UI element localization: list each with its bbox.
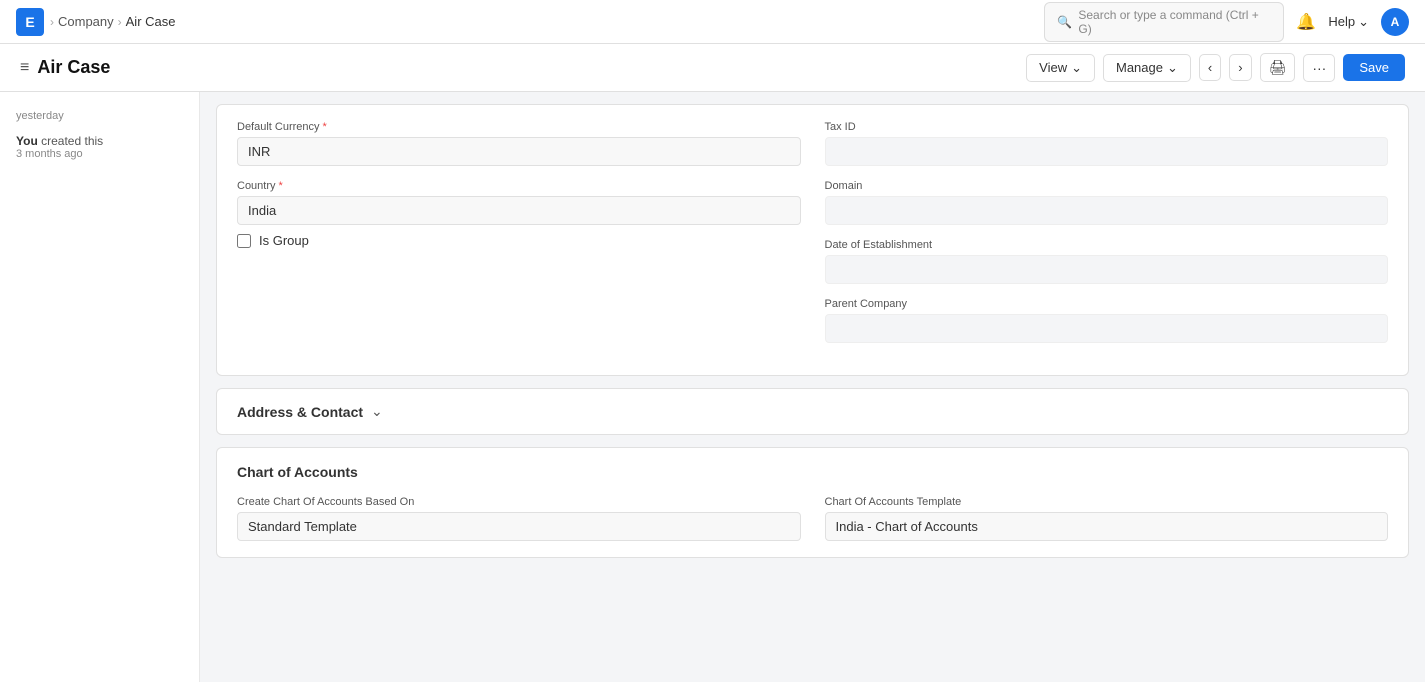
- sidebar-created-entry: You created this 3 months ago: [0, 128, 199, 166]
- create-chart-label: Create Chart Of Accounts Based On: [237, 496, 801, 508]
- address-contact-section[interactable]: Address & Contact ⌄: [216, 388, 1409, 435]
- view-chevron-icon: ⌄: [1071, 60, 1082, 76]
- sidebar-timestamp: yesterday: [16, 110, 183, 122]
- search-placeholder: Search or type a command (Ctrl + G): [1078, 8, 1271, 36]
- page-title-area: ≡ Air Case: [20, 57, 110, 78]
- tax-id-label: Tax ID: [825, 121, 1389, 133]
- create-chart-input[interactable]: [237, 512, 801, 541]
- nav-next-button[interactable]: ›: [1229, 54, 1251, 81]
- required-star-country: *: [279, 180, 283, 192]
- sidebar-months-ago: 3 months ago: [16, 148, 183, 160]
- address-contact-title: Address & Contact: [237, 404, 363, 420]
- address-contact-chevron-icon: ⌄: [371, 403, 383, 420]
- sidebar-created-rest: created this: [41, 134, 103, 148]
- tax-id-input[interactable]: [825, 137, 1389, 166]
- chart-create-col: Create Chart Of Accounts Based On: [237, 496, 801, 541]
- is-group-label[interactable]: Is Group: [259, 233, 309, 248]
- chart-template-label: Chart Of Accounts Template: [825, 496, 1389, 508]
- date-of-establishment-input[interactable]: [825, 255, 1389, 284]
- nav-left: E › Company › Air Case: [16, 8, 176, 36]
- chart-form-row: Create Chart Of Accounts Based On Chart …: [237, 496, 1388, 541]
- sidebar-created-you: You: [16, 134, 38, 148]
- is-group-row: Is Group: [237, 233, 801, 248]
- is-group-checkbox[interactable]: [237, 234, 251, 248]
- parent-company-input[interactable]: [825, 314, 1389, 343]
- sidebar-toggle-icon[interactable]: ≡: [20, 59, 29, 77]
- avatar[interactable]: A: [1381, 8, 1409, 36]
- sidebar: yesterday You created this 3 months ago: [0, 92, 200, 682]
- default-currency-input[interactable]: [237, 137, 801, 166]
- manage-button[interactable]: Manage ⌄: [1103, 54, 1191, 82]
- main-content: Default Currency * Country * Is Group: [200, 92, 1425, 682]
- domain-label: Domain: [825, 180, 1389, 192]
- search-icon: 🔍: [1057, 15, 1072, 29]
- chart-of-accounts-title: Chart of Accounts: [237, 464, 1388, 480]
- more-button[interactable]: ···: [1303, 54, 1335, 82]
- page-actions: View ⌄ Manage ⌄ ‹ › 🖨 ··· Save: [1026, 53, 1405, 82]
- save-button[interactable]: Save: [1343, 54, 1405, 81]
- nav-right: 🔍 Search or type a command (Ctrl + G) 🔔 …: [1044, 2, 1409, 42]
- top-nav: E › Company › Air Case 🔍 Search or type …: [0, 0, 1425, 44]
- view-button[interactable]: View ⌄: [1026, 54, 1095, 82]
- form-row-1: Default Currency * Country * Is Group: [237, 121, 1388, 343]
- chart-of-accounts-section: Chart of Accounts Create Chart Of Accoun…: [216, 447, 1409, 558]
- chart-template-col: Chart Of Accounts Template: [825, 496, 1389, 541]
- page-header: ≡ Air Case View ⌄ Manage ⌄ ‹ › 🖨 ··· Sav…: [0, 44, 1425, 92]
- search-bar[interactable]: 🔍 Search or type a command (Ctrl + G): [1044, 2, 1284, 42]
- form-col-left: Default Currency * Country * Is Group: [237, 121, 801, 343]
- help-chevron-icon: ⌄: [1358, 14, 1369, 30]
- app-logo: E: [16, 8, 44, 36]
- help-button[interactable]: Help ⌄: [1328, 14, 1369, 30]
- parent-company-label: Parent Company: [825, 298, 1389, 310]
- breadcrumb-current: Air Case: [126, 14, 176, 29]
- notifications-button[interactable]: 🔔: [1296, 12, 1316, 32]
- breadcrumb-company[interactable]: Company: [58, 14, 114, 29]
- manage-chevron-icon: ⌄: [1167, 60, 1178, 76]
- print-icon: 🖨: [1269, 59, 1287, 75]
- breadcrumb-chevron-2: ›: [118, 15, 122, 29]
- page-title: Air Case: [37, 57, 110, 78]
- required-star-currency: *: [323, 121, 327, 133]
- domain-input[interactable]: [825, 196, 1389, 225]
- default-currency-label: Default Currency *: [237, 121, 801, 133]
- more-icon: ···: [1312, 60, 1326, 76]
- breadcrumb: › Company › Air Case: [50, 14, 176, 29]
- breadcrumb-chevron-1: ›: [50, 15, 54, 29]
- nav-prev-button[interactable]: ‹: [1199, 54, 1221, 81]
- help-label: Help: [1328, 14, 1355, 29]
- sidebar-created-text: You created this: [16, 134, 183, 148]
- main-layout: yesterday You created this 3 months ago …: [0, 92, 1425, 682]
- print-button[interactable]: 🖨: [1260, 53, 1296, 82]
- form-col-right: Tax ID Domain Date of Establishment Pare…: [825, 121, 1389, 343]
- form-section-card: Default Currency * Country * Is Group: [216, 104, 1409, 376]
- sidebar-timestamp-entry: yesterday: [0, 104, 199, 128]
- manage-label: Manage: [1116, 60, 1163, 75]
- chart-template-input[interactable]: [825, 512, 1389, 541]
- view-label: View: [1039, 60, 1067, 75]
- country-input[interactable]: [237, 196, 801, 225]
- country-label: Country *: [237, 180, 801, 192]
- date-of-establishment-label: Date of Establishment: [825, 239, 1389, 251]
